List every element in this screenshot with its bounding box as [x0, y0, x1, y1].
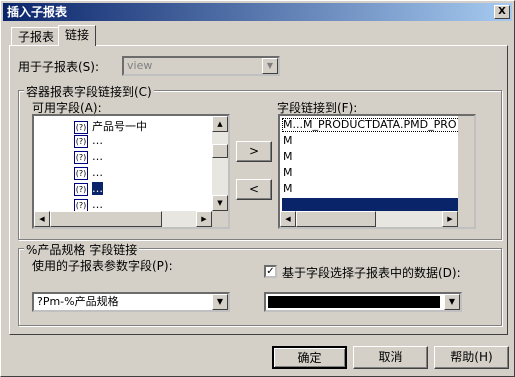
vertical-scrollbar[interactable]: ▲ ▼	[212, 116, 228, 211]
filter-data-label: 基于字段选择子报表中的数据(D):	[282, 266, 461, 280]
scroll-right-icon[interactable]: ▶	[442, 211, 458, 227]
scroll-thumb[interactable]	[212, 144, 228, 158]
list-item[interactable]: M	[283, 150, 293, 163]
help-button[interactable]: 帮助(H)	[434, 346, 509, 369]
scroll-down-icon[interactable]: ▼	[212, 195, 228, 211]
scroll-corner	[458, 211, 474, 227]
cancel-button[interactable]: 取消	[353, 346, 428, 369]
unknown-field-icon: (?)	[74, 166, 88, 180]
list-item-label: …	[92, 198, 103, 211]
list-item-selected[interactable]: (?) …	[74, 182, 103, 198]
list-item[interactable]: M	[283, 182, 293, 195]
param-field-label: 使用的子报表参数字段(P):	[32, 259, 173, 273]
list-item[interactable]: (?) …	[74, 150, 103, 166]
unknown-field-icon: (?)	[74, 134, 88, 148]
list-item[interactable]: M	[283, 166, 293, 179]
linked-fields-list[interactable]: M...M_PRODUCTDATA.PMD_PRO M M M M ◀ ▶	[278, 114, 476, 229]
title-bar: 插入子报表 X	[3, 3, 512, 21]
redacted-value	[268, 296, 440, 308]
add-link-button[interactable]: >	[236, 141, 272, 162]
subreport-select[interactable]: view ▼	[122, 56, 280, 76]
subreport-label: 用于子报表(S):	[18, 60, 100, 74]
available-fields-list[interactable]: (?) 产品号一中 (?) … (?) … (?) … (?) … (?) … ▲ ▼ ◀ …	[32, 114, 230, 229]
horizontal-scrollbar[interactable]: ◀ ▶	[34, 211, 212, 227]
insert-subreport-dialog: 插入子报表 X 子报表 链接 用于子报表(S): view ▼ 容器报表字段链接…	[0, 0, 515, 377]
list-item[interactable]: (?) …	[74, 134, 103, 150]
data-field-select[interactable]: ▼	[264, 292, 462, 312]
filter-data-checkbox[interactable]: ✓	[264, 265, 277, 278]
scroll-thumb[interactable]	[296, 211, 376, 227]
unknown-field-icon: (?)	[74, 198, 88, 212]
unknown-field-icon: (?)	[74, 182, 88, 196]
chevron-down-icon[interactable]: ▼	[212, 294, 228, 310]
list-item[interactable]: (?) 产品号一中	[74, 118, 147, 134]
ok-button[interactable]: 确定	[272, 346, 347, 369]
link-group-title: 容器报表字段链接到(C)	[24, 83, 154, 100]
subreport-value: view	[127, 59, 153, 72]
param-field-select[interactable]: ?Pm-%产品规格 ▼	[32, 292, 230, 312]
scroll-right-icon[interactable]: ▶	[196, 211, 212, 227]
scroll-corner	[212, 211, 228, 227]
scroll-up-icon[interactable]: ▲	[212, 116, 228, 132]
list-item-label: …	[92, 166, 103, 179]
tab-subreport[interactable]: 子报表	[11, 27, 62, 45]
param-group-title: %产品规格 字段链接	[24, 241, 140, 258]
close-button[interactable]: X	[494, 5, 510, 19]
list-item-selected[interactable]	[282, 198, 460, 212]
scroll-left-icon[interactable]: ◀	[280, 211, 296, 227]
unknown-field-icon: (?)	[74, 120, 88, 134]
list-item-label: 产品号一中	[92, 120, 147, 133]
unknown-field-icon: (?)	[74, 150, 88, 164]
chevron-down-icon[interactable]: ▼	[262, 58, 278, 74]
list-item[interactable]: M...M_PRODUCTDATA.PMD_PRO	[282, 118, 460, 132]
list-item-label: …	[92, 150, 103, 163]
scroll-left-icon[interactable]: ◀	[34, 211, 50, 227]
tab-panel-link: 用于子报表(S): view ▼ 容器报表字段链接到(C) 可用字段(A): 字…	[9, 45, 508, 335]
list-item[interactable]: M	[283, 134, 293, 147]
tab-link[interactable]: 链接	[58, 25, 97, 46]
list-item-label: …	[92, 134, 103, 147]
remove-link-button[interactable]: <	[236, 179, 272, 200]
list-item-label: …	[92, 182, 103, 195]
horizontal-scrollbar[interactable]: ◀ ▶	[280, 211, 458, 227]
window-title: 插入子报表	[7, 5, 68, 19]
chevron-down-icon[interactable]: ▼	[444, 294, 460, 310]
list-item[interactable]: (?) …	[74, 166, 103, 182]
scroll-thumb[interactable]	[50, 211, 162, 227]
vertical-scrollbar	[458, 116, 474, 211]
param-field-value: ?Pm-%产品规格	[37, 295, 119, 308]
